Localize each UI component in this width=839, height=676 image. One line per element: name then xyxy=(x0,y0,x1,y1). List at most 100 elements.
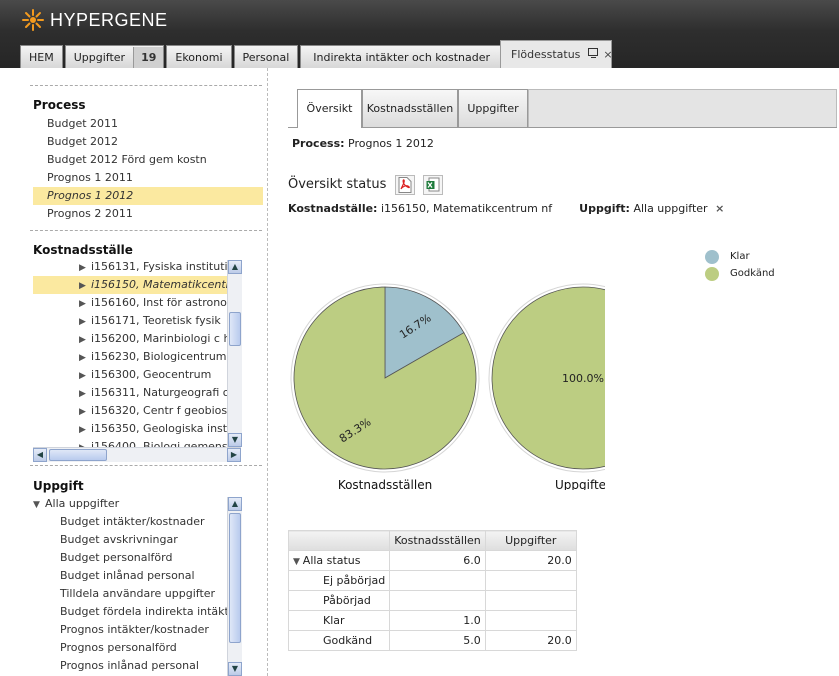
kostnadsstalle-item[interactable]: ▶i156320, Centr f geobiosfärsvet xyxy=(33,402,227,420)
process-item[interactable]: Budget 2012 xyxy=(33,133,263,151)
scroll-up-icon[interactable]: ▲ xyxy=(228,260,242,274)
table-header-empty xyxy=(287,530,391,551)
scroll-right-icon[interactable]: ▶ xyxy=(227,448,241,462)
expand-arrow-icon[interactable]: ▶ xyxy=(79,367,91,385)
process-item[interactable]: Prognos 1 2012 xyxy=(33,187,263,205)
tab-kostnadsstallen[interactable]: Kostnadsställen xyxy=(362,89,458,127)
uppgift-list: ▼ Alla uppgifter Budget intäkter/kostnade… xyxy=(33,495,227,676)
nav-tab-ekonomi[interactable]: Ekonomi xyxy=(166,45,232,68)
kostnadsstalle-item[interactable]: ▶i156311, Naturgeografi o ekosystem xyxy=(33,384,227,402)
expand-arrow-icon[interactable]: ▶ xyxy=(79,259,91,277)
kostnadsstallen-cell xyxy=(389,590,486,611)
kostnadsstalle-item[interactable]: ▶ i156171, Teoretisk fysik xyxy=(33,312,227,330)
nav-tab-personal[interactable]: Personal xyxy=(233,45,299,68)
scroll-thumb[interactable] xyxy=(49,449,107,461)
close-tab-icon[interactable]: × xyxy=(603,48,612,61)
legend-item: Godkänd xyxy=(705,265,775,282)
expand-arrow-icon[interactable]: ▶ xyxy=(79,439,91,447)
kostnadsstalle-item[interactable]: ▶ i156230, Biologicentrum xyxy=(33,348,227,366)
nav-tab-indirekta[interactable]: Indirekta intäkter och kostnader xyxy=(300,45,504,68)
scroll-down-icon[interactable]: ▼ xyxy=(228,662,242,676)
scroll-left-icon[interactable]: ◀ xyxy=(33,448,47,462)
pie-chart-title: Uppgifter xyxy=(555,478,605,490)
uppgifter-cell: 20.0 xyxy=(484,630,577,651)
uppgift-root-label: Alla uppgifter xyxy=(45,497,120,510)
kostnadsstalle-vscroll[interactable]: ▲ ▼ xyxy=(227,260,242,447)
scroll-thumb[interactable] xyxy=(229,513,241,643)
kostnadsstalle-list: ▶i156131, Fysiska institutionen▶i156150,… xyxy=(33,258,227,447)
kostnadsstalle-label: i156311, Naturgeografi o ekosystem xyxy=(91,386,227,399)
chart-legend: Klar Godkänd xyxy=(705,248,775,282)
nav-tab-label: Ekonomi xyxy=(175,50,223,64)
uppgift-item[interactable]: Budget fördela indirekta intäkter xyxy=(33,603,227,621)
expand-arrow-icon[interactable]: ▶ xyxy=(79,295,91,313)
logo-text: HYPERGENE xyxy=(50,9,168,30)
uppgift-item[interactable]: Prognos inlånad personal xyxy=(33,657,227,675)
table-header-row: Kostnadsställen Uppgifter xyxy=(287,530,577,551)
kostnadsstalle-item[interactable]: ▶i156350, Geologiska institutionen xyxy=(33,420,227,438)
uppgift-item[interactable]: Budget avskrivningar xyxy=(33,531,227,549)
uppgift-item[interactable]: Prognos intäkter/kostnader xyxy=(33,621,227,639)
kostnadsstalle-item[interactable]: ▶ i156300, Geocentrum xyxy=(33,366,227,384)
uppgift-item[interactable]: Budget personalförd xyxy=(33,549,227,567)
scroll-down-icon[interactable]: ▼ xyxy=(228,433,242,447)
process-item[interactable]: Budget 2012 Förd gem kostn xyxy=(33,151,263,169)
row-label: Påbörjad xyxy=(323,594,371,607)
nav-tab-label: Indirekta intäkter och kostnader xyxy=(313,50,491,64)
process-item[interactable]: Budget 2011 xyxy=(33,115,263,133)
uppgifter-cell xyxy=(484,590,577,611)
nav-tab-label: Personal xyxy=(242,50,290,64)
logo-sun-icon xyxy=(22,9,44,31)
collapse-arrow-icon[interactable]: ▼ xyxy=(293,557,303,567)
kostnadsstalle-label: i156350, Geologiska institutionen xyxy=(91,422,227,435)
uppgift-vscroll[interactable]: ▲ ▼ xyxy=(227,497,242,676)
kostnadsstalle-item[interactable]: ▶i156131, Fysiska institutionen xyxy=(33,258,227,276)
tab-uppgifter[interactable]: Uppgifter xyxy=(458,89,528,127)
kostnadsstalle-label: i156230, Biologicentrum xyxy=(91,350,227,363)
process-item[interactable]: Prognos 2 2011 xyxy=(33,205,263,223)
tab-label: Kostnadsställen xyxy=(366,102,454,115)
table-header-uppgifter: Uppgifter xyxy=(484,530,577,551)
kostnadsstalle-item[interactable]: ▶i156160, Inst för astronomi och xyxy=(33,294,227,312)
scroll-up-icon[interactable]: ▲ xyxy=(228,497,242,511)
kostnadsstalle-item[interactable]: ▶i156150, Matematikcentrum nf xyxy=(33,276,227,294)
uppgift-item[interactable]: Budget inlånad personal xyxy=(33,567,227,585)
tab-oversikt[interactable]: Översikt xyxy=(297,89,362,128)
uppgift-item[interactable]: Prognos personalförd xyxy=(33,639,227,657)
process-line: Process: Prognos 1 2012 xyxy=(292,137,434,150)
expanded-arrow-icon[interactable]: ▼ xyxy=(33,496,45,514)
overview-title: Översikt status xyxy=(288,177,387,192)
nav-tab-hem[interactable]: HEM xyxy=(20,45,63,68)
expand-arrow-icon[interactable]: ▶ xyxy=(79,277,91,295)
divider xyxy=(30,230,262,231)
expand-arrow-icon[interactable]: ▶ xyxy=(79,331,91,349)
clear-filter-icon[interactable]: × xyxy=(715,202,724,215)
scroll-thumb[interactable] xyxy=(229,312,241,346)
row-label-cell: Påbörjad xyxy=(287,590,391,611)
window-icon xyxy=(588,48,599,61)
pdf-export-icon xyxy=(398,177,412,193)
excel-export-button[interactable] xyxy=(423,175,443,195)
uppgift-root-item[interactable]: ▼ Alla uppgifter xyxy=(33,495,227,513)
kostnadsstalle-hscroll[interactable]: ◀ ▶ xyxy=(33,447,241,462)
nav-tab-uppgifter[interactable]: Uppgifter 19 xyxy=(64,45,165,68)
table-row: ▼ Alla status 6.0 20.0 xyxy=(287,550,577,571)
expand-arrow-icon[interactable]: ▶ xyxy=(79,403,91,421)
kostnadsstalle-item[interactable]: ▶i156200, Marinbiologi c h-borg xyxy=(33,330,227,348)
kostnadsstalle-label: i156320, Centr f geobiosfärsvet xyxy=(91,404,227,417)
pdf-export-button[interactable] xyxy=(395,175,415,195)
expand-arrow-icon[interactable]: ▶ xyxy=(79,313,91,331)
divider xyxy=(30,465,262,466)
uppgift-item[interactable]: Budget intäkter/kostnader xyxy=(33,513,227,531)
row-label-cell: Klar xyxy=(287,610,391,631)
process-title: Process xyxy=(33,98,86,112)
expand-arrow-icon[interactable]: ▶ xyxy=(79,349,91,367)
row-label-cell[interactable]: ▼ Alla status xyxy=(287,550,391,571)
kostnadsstalle-item[interactable]: ▶i156400, Biologi gemensamt xyxy=(33,438,227,447)
uppgift-item[interactable]: Tilldela användare uppgifter xyxy=(33,585,227,603)
flodesstatus-tab[interactable]: Flödesstatus × xyxy=(500,40,613,68)
process-item[interactable]: Prognos 1 2011 xyxy=(33,169,263,187)
expand-arrow-icon[interactable]: ▶ xyxy=(79,385,91,403)
expand-arrow-icon[interactable]: ▶ xyxy=(79,421,91,439)
status-table: Kostnadsställen Uppgifter ▼ Alla status 6… xyxy=(287,530,577,651)
